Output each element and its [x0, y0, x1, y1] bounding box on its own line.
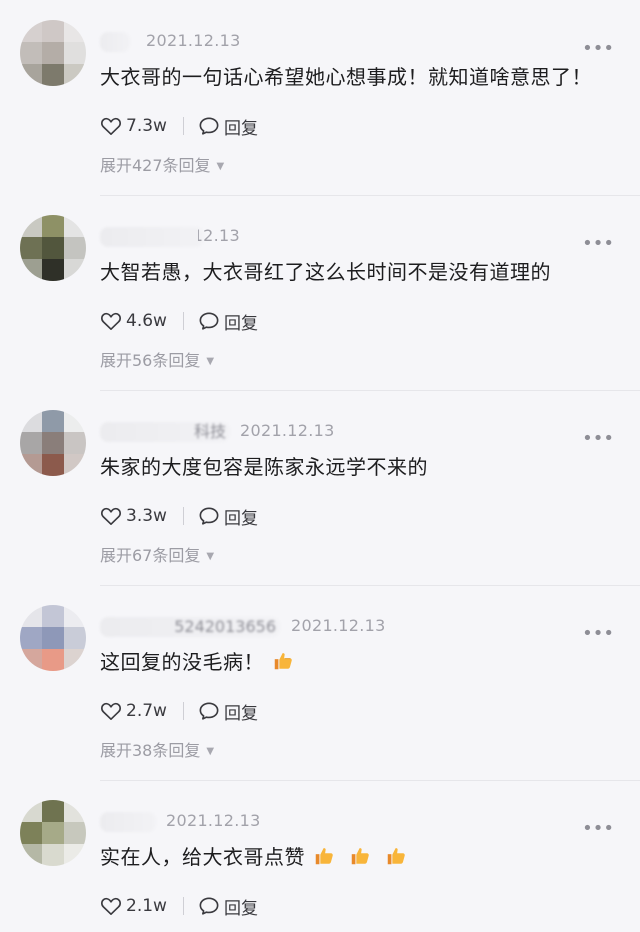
comment-text: 大衣哥的一句话心希望她心想事成！就知道啥意思了！: [100, 65, 592, 89]
comment-text-body: 这回复的没毛病！: [100, 650, 264, 674]
speech-bubble-icon: [199, 897, 219, 915]
comment-actions: 4.6w 回复: [100, 308, 258, 334]
heart-outline-icon: [101, 702, 121, 720]
comment-item: 科技 2021.12.13 ••• 朱家的大度包容是陈家永远学不来的 3.3w …: [0, 390, 640, 584]
like-count: 2.7w: [126, 701, 167, 721]
expand-replies-link[interactable]: 展开67条回复 ▼: [100, 546, 214, 567]
reply-label: 回复: [223, 118, 258, 139]
heart-outline-icon: [101, 312, 121, 330]
avatar[interactable]: [20, 215, 86, 281]
comment-date: 2021.12.13: [198, 226, 240, 246]
expand-replies-label: 展开38条回复: [100, 741, 201, 760]
reply-button[interactable]: 回复: [198, 504, 258, 529]
username-blurred[interactable]: [100, 227, 204, 247]
speech-bubble-icon: [199, 702, 219, 720]
expand-replies-label: 展开427条回复: [100, 156, 211, 175]
comment-actions: 3.3w 回复: [100, 503, 258, 529]
username-blurred[interactable]: [100, 812, 156, 832]
divider: [100, 780, 640, 781]
comment-item: 2021.12.13 ••• 实在人，给大衣哥点赞 2.1w 回复: [0, 780, 640, 932]
comment-item: 5242013656 2021.12.13 ••• 这回复的没毛病！ 2.7w …: [0, 585, 640, 779]
comment-date: 2021.12.13: [291, 616, 386, 635]
expand-replies-label: 展开67条回复: [100, 546, 201, 565]
comment-actions: 2.7w 回复: [100, 698, 258, 724]
comment-text-body: 实在人，给大衣哥点赞: [100, 845, 305, 869]
speech-bubble-icon: [199, 312, 219, 330]
divider: [100, 195, 640, 196]
comment-item: 2021.12.13 ••• 大衣哥的一句话心希望她心想事成！就知道啥意思了！ …: [0, 0, 640, 194]
username-blurred[interactable]: [100, 32, 130, 52]
heart-outline-icon: [101, 507, 121, 525]
expand-replies-label: 展开56条回复: [100, 351, 201, 370]
divider: [182, 507, 184, 525]
comment-date: 2021.12.13: [240, 421, 335, 440]
expand-replies-link[interactable]: 展开56条回复 ▼: [100, 351, 214, 372]
reply-label: 回复: [223, 898, 258, 919]
avatar[interactable]: [20, 800, 86, 866]
reply-button[interactable]: 回复: [198, 309, 258, 334]
more-options-icon[interactable]: •••: [582, 40, 614, 58]
reply-label: 回复: [223, 703, 258, 724]
more-options-icon[interactable]: •••: [582, 820, 614, 838]
like-count: 2.1w: [126, 896, 167, 916]
like-button[interactable]: 2.7w: [100, 701, 167, 721]
more-options-icon[interactable]: •••: [582, 235, 614, 253]
heart-outline-icon: [101, 897, 121, 915]
expand-replies-link[interactable]: 展开38条回复 ▼: [100, 741, 214, 762]
like-button[interactable]: 2.1w: [100, 896, 167, 916]
reply-button[interactable]: 回复: [198, 114, 258, 139]
caret-down-icon: ▼: [206, 746, 215, 757]
like-count: 4.6w: [126, 311, 167, 331]
divider: [182, 117, 184, 135]
username-text: 科技: [193, 422, 226, 441]
speech-bubble-icon: [199, 507, 219, 525]
divider: [182, 312, 184, 330]
expand-replies-link[interactable]: 展开427条回复 ▼: [100, 156, 224, 177]
thumbs-up-emoji-icon: [274, 653, 292, 670]
like-button[interactable]: 3.3w: [100, 506, 167, 526]
username[interactable]: 5242013656: [100, 617, 280, 637]
divider: [100, 585, 640, 586]
caret-down-icon: ▼: [216, 161, 225, 172]
like-count: 3.3w: [126, 506, 167, 526]
comment-date: 2021.12.13: [146, 31, 241, 50]
caret-down-icon: ▼: [206, 356, 215, 367]
divider: [182, 702, 184, 720]
reply-button[interactable]: 回复: [198, 894, 258, 919]
caret-down-icon: ▼: [206, 551, 215, 562]
comment-actions: 2.1w 回复: [100, 893, 258, 919]
comment-date-text: 2021.12.13: [198, 226, 240, 245]
avatar[interactable]: [20, 605, 86, 671]
reply-label: 回复: [223, 508, 258, 529]
divider: [182, 897, 184, 915]
thumbs-up-emoji-icon: [351, 848, 369, 865]
thumbs-up-emoji-icon: [387, 848, 405, 865]
heart-outline-icon: [101, 117, 121, 135]
comment-text: 朱家的大度包容是陈家永远学不来的: [100, 455, 428, 479]
username-text: 5242013656: [174, 617, 276, 636]
username[interactable]: 科技: [100, 422, 230, 442]
more-options-icon[interactable]: •••: [582, 625, 614, 643]
more-options-icon[interactable]: •••: [582, 430, 614, 448]
comment-text: 这回复的没毛病！: [100, 649, 294, 675]
comment-date: 2021.12.13: [166, 811, 261, 830]
comment-actions: 7.3w 回复: [100, 113, 258, 139]
comment-text: 大智若愚，大衣哥红了这么长时间不是没有道理的: [100, 260, 551, 284]
reply-button[interactable]: 回复: [198, 699, 258, 724]
thumbs-up-emoji-icon: [315, 848, 333, 865]
like-button[interactable]: 7.3w: [100, 116, 167, 136]
like-count: 7.3w: [126, 116, 167, 136]
like-button[interactable]: 4.6w: [100, 311, 167, 331]
speech-bubble-icon: [199, 117, 219, 135]
divider: [100, 390, 640, 391]
reply-label: 回复: [223, 313, 258, 334]
avatar[interactable]: [20, 410, 86, 476]
avatar[interactable]: [20, 20, 86, 86]
comment-item: 2021.12.13 ••• 大智若愚，大衣哥红了这么长时间不是没有道理的 4.…: [0, 195, 640, 389]
comment-text: 实在人，给大衣哥点赞: [100, 844, 407, 870]
